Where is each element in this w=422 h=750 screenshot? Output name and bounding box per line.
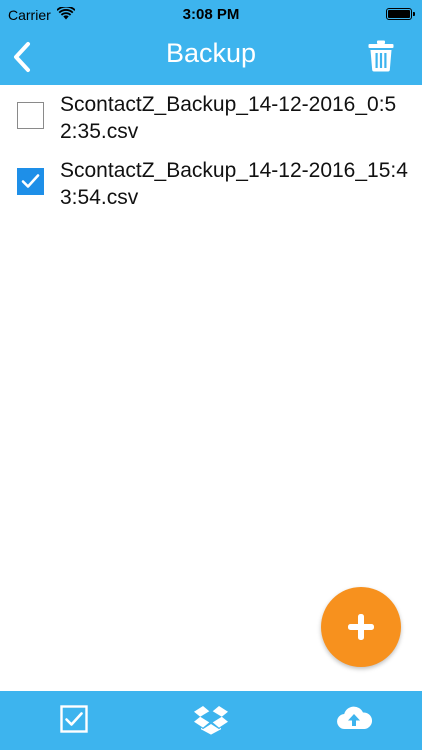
page-title: Backup: [165, 38, 257, 68]
status-time: 3:08 PM: [182, 6, 240, 23]
dropbox-icon: [194, 706, 228, 735]
checkmark-icon: [21, 174, 40, 188]
upload-button[interactable]: [336, 703, 373, 736]
file-checkbox[interactable]: [17, 102, 44, 129]
add-backup-button[interactable]: [321, 587, 401, 667]
list-item[interactable]: ScontactZ_Backup_14-12-2016_15:43:54.csv: [0, 151, 422, 217]
file-checkbox[interactable]: [17, 168, 44, 195]
nav-bar: Backup: [0, 30, 422, 85]
status-bar: Carrier 3:08 PM: [0, 0, 422, 30]
delete-button[interactable]: [368, 40, 394, 72]
file-name: ScontactZ_Backup_14-12-2016_15:43:54.csv: [60, 159, 408, 209]
checkbox-icon: [60, 705, 88, 733]
backup-screen: Carrier 3:08 PM Backup ScontactZ_Backup_…: [0, 0, 422, 750]
bottom-toolbar: [0, 691, 422, 750]
cloud-upload-icon: [337, 706, 373, 730]
trash-icon: [368, 40, 394, 72]
plus-icon: [348, 614, 374, 640]
file-name: ScontactZ_Backup_14-12-2016_0:52:35.csv: [60, 93, 397, 143]
battery-icon: [386, 8, 415, 20]
select-all-button[interactable]: [60, 705, 88, 738]
backup-file-list: ScontactZ_Backup_14-12-2016_0:52:35.csv …: [0, 85, 422, 217]
list-item[interactable]: ScontactZ_Backup_14-12-2016_0:52:35.csv: [0, 85, 422, 151]
dropbox-button[interactable]: [193, 705, 229, 740]
